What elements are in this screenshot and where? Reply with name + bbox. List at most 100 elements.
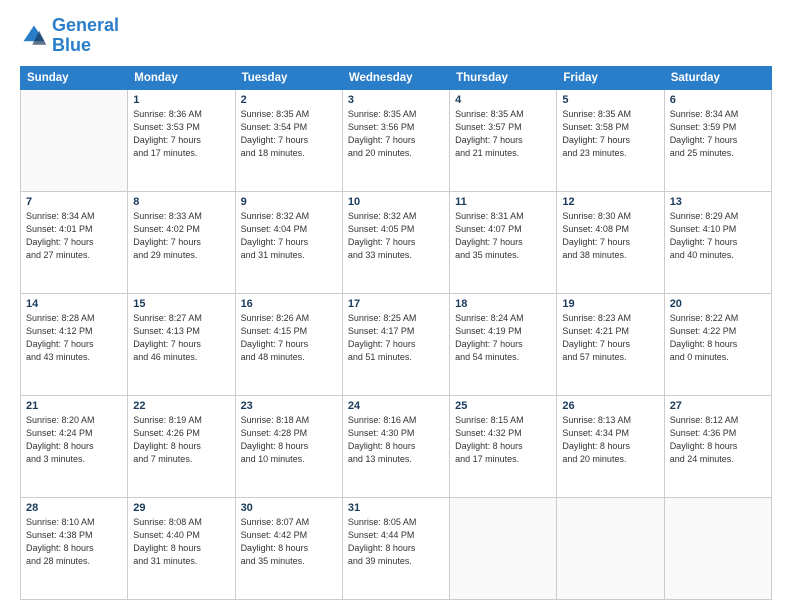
day-number: 23 [241,400,337,412]
calendar-cell: 26 Sunrise: 8:13 AM Sunset: 4:34 PM Dayli… [557,395,664,497]
day-number: 18 [455,298,551,310]
day-number: 3 [348,94,444,106]
day-info: Sunrise: 8:31 AM Sunset: 4:07 PM Dayligh… [455,210,551,262]
day-info: Sunrise: 8:08 AM Sunset: 4:40 PM Dayligh… [133,516,229,568]
calendar-day-header: Wednesday [342,66,449,89]
day-number: 26 [562,400,658,412]
calendar-cell: 28 Sunrise: 8:10 AM Sunset: 4:38 PM Dayli… [21,497,128,599]
page: General Blue SundayMondayTuesdayWednesda… [0,0,792,612]
day-number: 9 [241,196,337,208]
logo: General Blue [20,16,119,56]
day-info: Sunrise: 8:28 AM Sunset: 4:12 PM Dayligh… [26,312,122,364]
calendar-day-header: Sunday [21,66,128,89]
day-number: 27 [670,400,766,412]
calendar-cell: 4 Sunrise: 8:35 AM Sunset: 3:57 PM Daylig… [450,89,557,191]
day-info: Sunrise: 8:16 AM Sunset: 4:30 PM Dayligh… [348,414,444,466]
calendar-cell [664,497,771,599]
day-number: 4 [455,94,551,106]
day-info: Sunrise: 8:34 AM Sunset: 3:59 PM Dayligh… [670,108,766,160]
calendar-week-row: 1 Sunrise: 8:36 AM Sunset: 3:53 PM Daylig… [21,89,772,191]
calendar-cell: 11 Sunrise: 8:31 AM Sunset: 4:07 PM Dayli… [450,191,557,293]
day-number: 17 [348,298,444,310]
logo-icon [20,22,48,50]
calendar-cell: 3 Sunrise: 8:35 AM Sunset: 3:56 PM Daylig… [342,89,449,191]
calendar-cell: 5 Sunrise: 8:35 AM Sunset: 3:58 PM Daylig… [557,89,664,191]
calendar-body: 1 Sunrise: 8:36 AM Sunset: 3:53 PM Daylig… [21,89,772,599]
day-number: 5 [562,94,658,106]
day-info: Sunrise: 8:12 AM Sunset: 4:36 PM Dayligh… [670,414,766,466]
day-number: 22 [133,400,229,412]
calendar-cell [21,89,128,191]
day-number: 28 [26,502,122,514]
day-info: Sunrise: 8:35 AM Sunset: 3:58 PM Dayligh… [562,108,658,160]
day-info: Sunrise: 8:23 AM Sunset: 4:21 PM Dayligh… [562,312,658,364]
day-number: 7 [26,196,122,208]
day-info: Sunrise: 8:22 AM Sunset: 4:22 PM Dayligh… [670,312,766,364]
calendar-cell: 20 Sunrise: 8:22 AM Sunset: 4:22 PM Dayli… [664,293,771,395]
calendar-cell: 31 Sunrise: 8:05 AM Sunset: 4:44 PM Dayli… [342,497,449,599]
calendar-table: SundayMondayTuesdayWednesdayThursdayFrid… [20,66,772,600]
calendar-week-row: 21 Sunrise: 8:20 AM Sunset: 4:24 PM Dayli… [21,395,772,497]
day-number: 11 [455,196,551,208]
calendar-day-header: Friday [557,66,664,89]
day-number: 16 [241,298,337,310]
day-info: Sunrise: 8:07 AM Sunset: 4:42 PM Dayligh… [241,516,337,568]
calendar-cell [450,497,557,599]
calendar-cell: 18Sunrise: 8:24 AM Sunset: 4:19 PM Dayli… [450,293,557,395]
day-number: 31 [348,502,444,514]
calendar-cell: 1 Sunrise: 8:36 AM Sunset: 3:53 PM Daylig… [128,89,235,191]
day-number: 21 [26,400,122,412]
calendar-cell: 13 Sunrise: 8:29 AM Sunset: 4:10 PM Dayli… [664,191,771,293]
day-info: Sunrise: 8:20 AM Sunset: 4:24 PM Dayligh… [26,414,122,466]
day-number: 12 [562,196,658,208]
day-number: 20 [670,298,766,310]
day-info: Sunrise: 8:19 AM Sunset: 4:26 PM Dayligh… [133,414,229,466]
calendar-week-row: 14Sunrise: 8:28 AM Sunset: 4:12 PM Dayli… [21,293,772,395]
day-info: Sunrise: 8:05 AM Sunset: 4:44 PM Dayligh… [348,516,444,568]
day-info: Sunrise: 8:27 AM Sunset: 4:13 PM Dayligh… [133,312,229,364]
calendar-cell: 27 Sunrise: 8:12 AM Sunset: 4:36 PM Dayli… [664,395,771,497]
calendar-week-row: 28 Sunrise: 8:10 AM Sunset: 4:38 PM Dayli… [21,497,772,599]
calendar-cell: 8 Sunrise: 8:33 AM Sunset: 4:02 PM Daylig… [128,191,235,293]
day-info: Sunrise: 8:29 AM Sunset: 4:10 PM Dayligh… [670,210,766,262]
day-number: 15 [133,298,229,310]
day-number: 13 [670,196,766,208]
header: General Blue [20,16,772,56]
day-number: 24 [348,400,444,412]
day-info: Sunrise: 8:35 AM Sunset: 3:57 PM Dayligh… [455,108,551,160]
day-info: Sunrise: 8:30 AM Sunset: 4:08 PM Dayligh… [562,210,658,262]
calendar-cell: 7Sunrise: 8:34 AM Sunset: 4:01 PM Daylig… [21,191,128,293]
calendar-cell: 22 Sunrise: 8:19 AM Sunset: 4:26 PM Dayli… [128,395,235,497]
day-info: Sunrise: 8:15 AM Sunset: 4:32 PM Dayligh… [455,414,551,466]
calendar-cell: 12 Sunrise: 8:30 AM Sunset: 4:08 PM Dayli… [557,191,664,293]
calendar-week-row: 7Sunrise: 8:34 AM Sunset: 4:01 PM Daylig… [21,191,772,293]
calendar-cell: 29Sunrise: 8:08 AM Sunset: 4:40 PM Dayli… [128,497,235,599]
calendar-cell: 9 Sunrise: 8:32 AM Sunset: 4:04 PM Daylig… [235,191,342,293]
day-number: 30 [241,502,337,514]
day-number: 25 [455,400,551,412]
day-info: Sunrise: 8:18 AM Sunset: 4:28 PM Dayligh… [241,414,337,466]
calendar-cell: 25 Sunrise: 8:15 AM Sunset: 4:32 PM Dayli… [450,395,557,497]
day-number: 10 [348,196,444,208]
calendar-day-header: Thursday [450,66,557,89]
calendar-cell: 17Sunrise: 8:25 AM Sunset: 4:17 PM Dayli… [342,293,449,395]
logo-text: General Blue [52,16,119,56]
calendar-cell: 21 Sunrise: 8:20 AM Sunset: 4:24 PM Dayli… [21,395,128,497]
day-info: Sunrise: 8:35 AM Sunset: 3:54 PM Dayligh… [241,108,337,160]
calendar-day-header: Saturday [664,66,771,89]
day-number: 8 [133,196,229,208]
calendar-cell: 14Sunrise: 8:28 AM Sunset: 4:12 PM Dayli… [21,293,128,395]
calendar-day-header: Monday [128,66,235,89]
day-info: Sunrise: 8:32 AM Sunset: 4:04 PM Dayligh… [241,210,337,262]
day-info: Sunrise: 8:13 AM Sunset: 4:34 PM Dayligh… [562,414,658,466]
day-info: Sunrise: 8:36 AM Sunset: 3:53 PM Dayligh… [133,108,229,160]
day-info: Sunrise: 8:32 AM Sunset: 4:05 PM Dayligh… [348,210,444,262]
calendar-cell: 6 Sunrise: 8:34 AM Sunset: 3:59 PM Daylig… [664,89,771,191]
calendar-cell: 15 Sunrise: 8:27 AM Sunset: 4:13 PM Dayli… [128,293,235,395]
day-number: 1 [133,94,229,106]
day-info: Sunrise: 8:33 AM Sunset: 4:02 PM Dayligh… [133,210,229,262]
calendar-header-row: SundayMondayTuesdayWednesdayThursdayFrid… [21,66,772,89]
day-number: 6 [670,94,766,106]
day-info: Sunrise: 8:35 AM Sunset: 3:56 PM Dayligh… [348,108,444,160]
day-info: Sunrise: 8:10 AM Sunset: 4:38 PM Dayligh… [26,516,122,568]
